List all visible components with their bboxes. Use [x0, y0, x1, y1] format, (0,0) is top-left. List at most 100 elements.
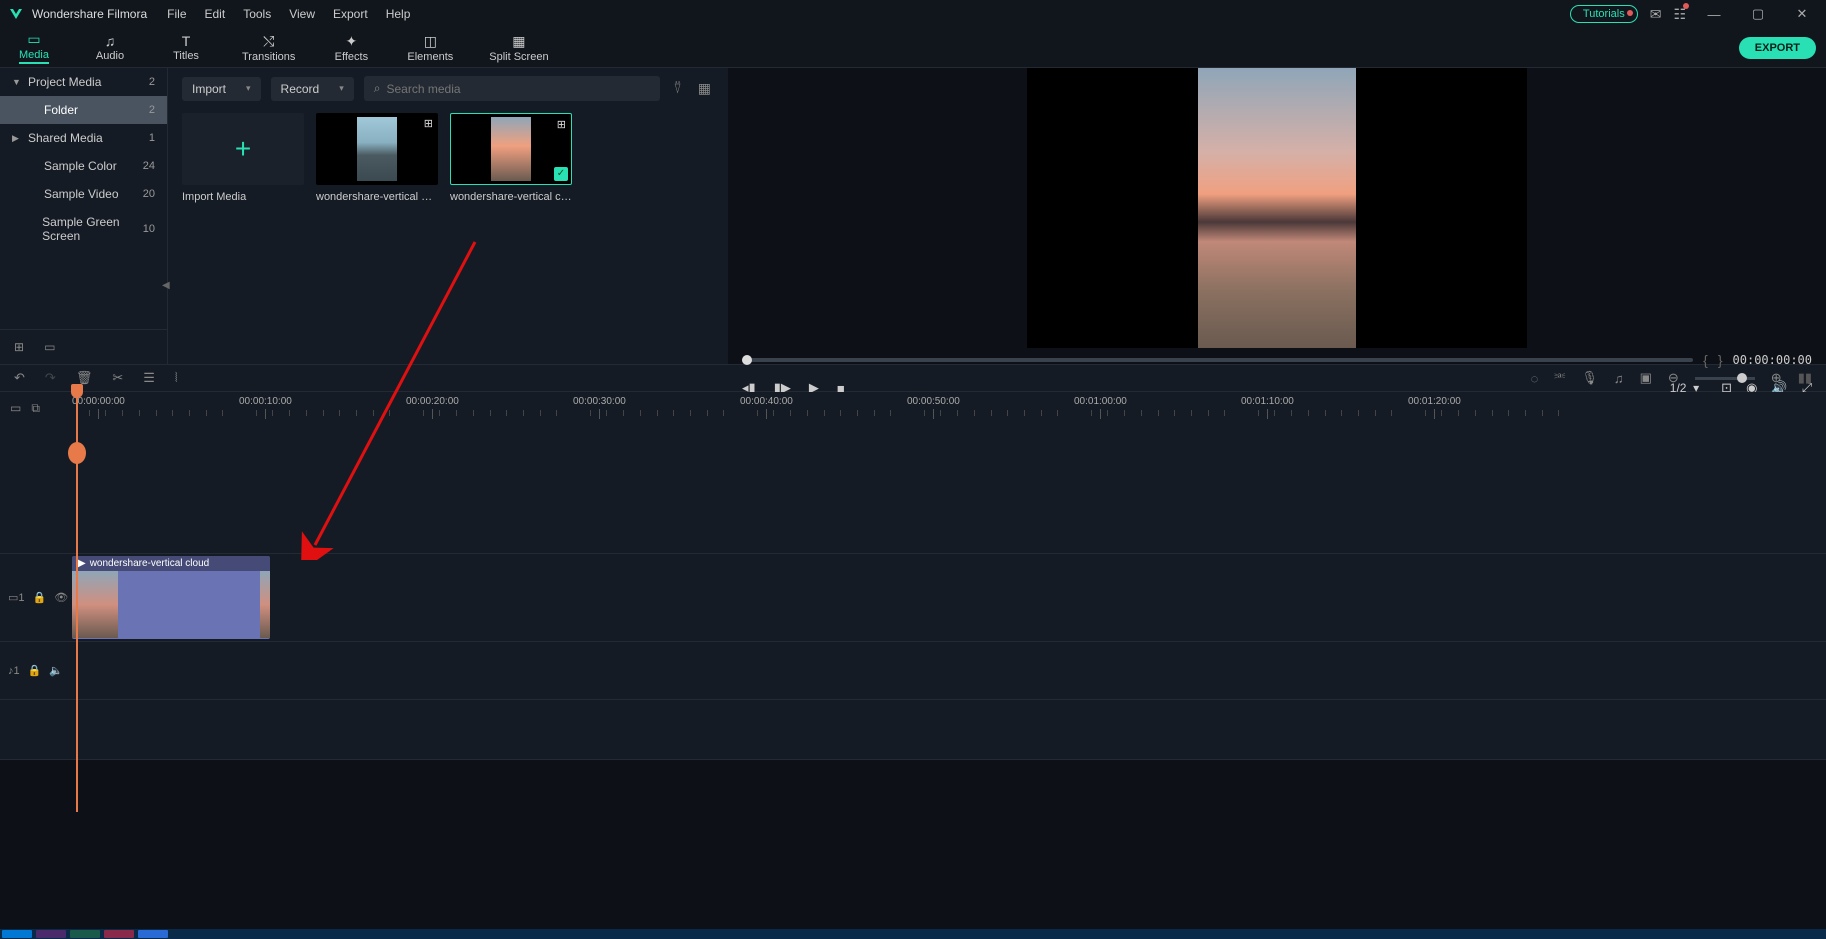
undo-button[interactable]: ↶	[14, 370, 25, 386]
app-logo-icon	[8, 6, 24, 22]
taskbar-item[interactable]	[2, 930, 32, 938]
menu-tools[interactable]: Tools	[243, 7, 271, 21]
taskbar-item[interactable]	[138, 930, 168, 938]
tab-label: Media	[19, 49, 49, 64]
video-clip[interactable]: ▶ wondershare-vertical cloud	[72, 556, 270, 639]
search-input[interactable]	[387, 82, 651, 96]
maximize-button[interactable]: ▢	[1742, 6, 1774, 22]
tab-elements[interactable]: ◫Elements	[403, 31, 457, 65]
menu-view[interactable]: View	[289, 7, 315, 21]
search-icon: ⌕	[374, 81, 381, 96]
taskbar-item[interactable]	[70, 930, 100, 938]
message-icon[interactable]: ✉	[1650, 6, 1662, 23]
ruler-subtick	[1057, 410, 1058, 416]
lock-icon[interactable]: 🔒	[33, 591, 47, 604]
minimize-button[interactable]: ―	[1698, 7, 1730, 22]
export-button[interactable]: EXPORT	[1739, 37, 1816, 59]
ruler-subtick	[1091, 410, 1092, 416]
zoom-fit-icon[interactable]: ▮▮	[1798, 370, 1812, 386]
split-button[interactable]: ✂	[112, 370, 123, 386]
marker-icon[interactable]: ⎃	[1554, 370, 1565, 386]
zoom-in-button[interactable]: ⊕	[1771, 370, 1782, 386]
task-list-icon[interactable]: ☷	[1673, 6, 1686, 23]
lock-icon[interactable]: 🔒	[28, 664, 42, 677]
new-folder-icon[interactable]: ⊞	[14, 340, 24, 354]
timeline-tracks: ▭1 🔒 👁 ▶ wondershare-vertical cloud ♪1 🔒	[0, 424, 1826, 760]
track-manage-icon[interactable]: ▭	[10, 401, 21, 415]
tutorials-button[interactable]: Tutorials	[1570, 5, 1638, 23]
taskbar-item[interactable]	[104, 930, 134, 938]
preview-video-frame	[1198, 68, 1356, 348]
video-track[interactable]: ▭1 🔒 👁 ▶ wondershare-vertical cloud	[0, 554, 1826, 642]
seek-handle[interactable]	[742, 355, 752, 365]
seek-bar[interactable]	[742, 358, 1693, 362]
redo-button[interactable]: ↷	[45, 370, 56, 386]
close-button[interactable]: ✕	[1786, 6, 1818, 22]
tab-audio[interactable]: ♫Audio	[86, 31, 134, 64]
render-icon[interactable]: ◌	[1531, 371, 1539, 386]
transitions-icon: ⤭	[263, 33, 274, 50]
voiceover-icon[interactable]: 🎙	[1581, 370, 1598, 386]
import-dropdown[interactable]: Import ▾	[182, 77, 261, 101]
delete-button[interactable]: 🗑	[76, 370, 93, 386]
sidebar-item-sample-color[interactable]: Sample Color24	[0, 152, 167, 180]
checked-icon: ✓	[554, 167, 568, 181]
taskbar-item[interactable]	[36, 930, 66, 938]
add-to-timeline-icon[interactable]: ⊞	[422, 116, 435, 131]
ruler-subtick	[1158, 410, 1159, 416]
sidebar-item-project-media[interactable]: ▼Project Media2	[0, 68, 167, 96]
tab-media[interactable]: ▭Media	[10, 29, 58, 66]
sidebar-item-folder[interactable]: Folder2	[0, 96, 167, 124]
clip-thumbnail	[72, 571, 118, 638]
record-dropdown[interactable]: Record ▾	[271, 77, 354, 101]
ruler-tick-label: 00:00:00:00	[72, 396, 125, 407]
audio-track[interactable]: ♪1 🔒 🔈	[0, 642, 1826, 700]
ruler-tick: 00:01:20:00	[1408, 396, 1461, 419]
add-to-timeline-icon[interactable]: ⊞	[555, 117, 568, 132]
menu-edit[interactable]: Edit	[205, 7, 226, 21]
ruler-subtick	[657, 410, 658, 416]
ruler-tick-label: 00:01:00:00	[1074, 396, 1127, 407]
collapse-sidebar-icon[interactable]: ◀	[162, 280, 170, 291]
link-icon[interactable]: ⧉	[31, 401, 40, 416]
tab-titles[interactable]: TTitles	[162, 31, 210, 64]
ruler-subtick	[807, 410, 808, 416]
tab-split-screen[interactable]: ▦Split Screen	[485, 31, 552, 65]
clip-label: wondershare-vertical cloud	[90, 558, 210, 569]
menu-file[interactable]: File	[167, 7, 186, 21]
zoom-slider[interactable]	[1695, 377, 1755, 380]
ruler-subtick	[673, 410, 674, 416]
ruler-subtick	[289, 410, 290, 416]
visibility-icon[interactable]: 👁	[54, 591, 68, 604]
media-thumbnail[interactable]: ⊞✓wondershare-vertical clo...	[450, 113, 572, 203]
view-grid-icon[interactable]: ▦	[695, 80, 714, 97]
tab-effects[interactable]: ✦Effects	[327, 31, 375, 65]
mark-in-icon[interactable]: {	[1703, 352, 1708, 368]
filter-icon[interactable]: ⍢	[670, 80, 684, 97]
mute-icon[interactable]: 🔈	[49, 664, 63, 677]
zoom-out-button[interactable]: ⊖	[1668, 370, 1679, 386]
preview-canvas[interactable]	[1027, 68, 1527, 348]
ruler-tick-label: 00:00:40:00	[740, 396, 793, 407]
crop-icon[interactable]: ▣	[1640, 370, 1652, 386]
sidebar-item-shared-media[interactable]: ▶Shared Media1	[0, 124, 167, 152]
timeline-ruler[interactable]: ▭ ⧉ 00:00:00:0000:00:10:0000:00:20:0000:…	[0, 392, 1826, 424]
tab-transitions[interactable]: ⤭Transitions	[238, 31, 299, 65]
mark-out-icon[interactable]: }	[1718, 352, 1723, 368]
audio-mixer-icon[interactable]: ♫	[1614, 371, 1624, 386]
zoom-handle[interactable]	[1737, 373, 1747, 383]
timeline-empty-area[interactable]	[0, 424, 1826, 554]
sidebar-item-sample-video[interactable]: Sample Video20	[0, 180, 167, 208]
adjust-icon[interactable]: ☰	[143, 370, 155, 386]
ruler-subtick	[874, 410, 875, 416]
timeline-empty-area[interactable]	[0, 700, 1826, 760]
search-input-wrapper[interactable]: ⌕	[364, 76, 661, 101]
sidebar-item-sample-green-screen[interactable]: Sample Green Screen10	[0, 208, 167, 250]
audio-wave-icon[interactable]: ⦚	[175, 370, 178, 386]
menu-export[interactable]: Export	[333, 7, 368, 21]
folder-open-icon[interactable]: ▭	[44, 340, 55, 354]
ruler-subtick	[1425, 410, 1426, 416]
menu-help[interactable]: Help	[386, 7, 411, 21]
media-thumbnail[interactable]: ⊞wondershare-vertical pla...	[316, 113, 438, 203]
import-media-tile[interactable]: +Import Media	[182, 113, 304, 203]
